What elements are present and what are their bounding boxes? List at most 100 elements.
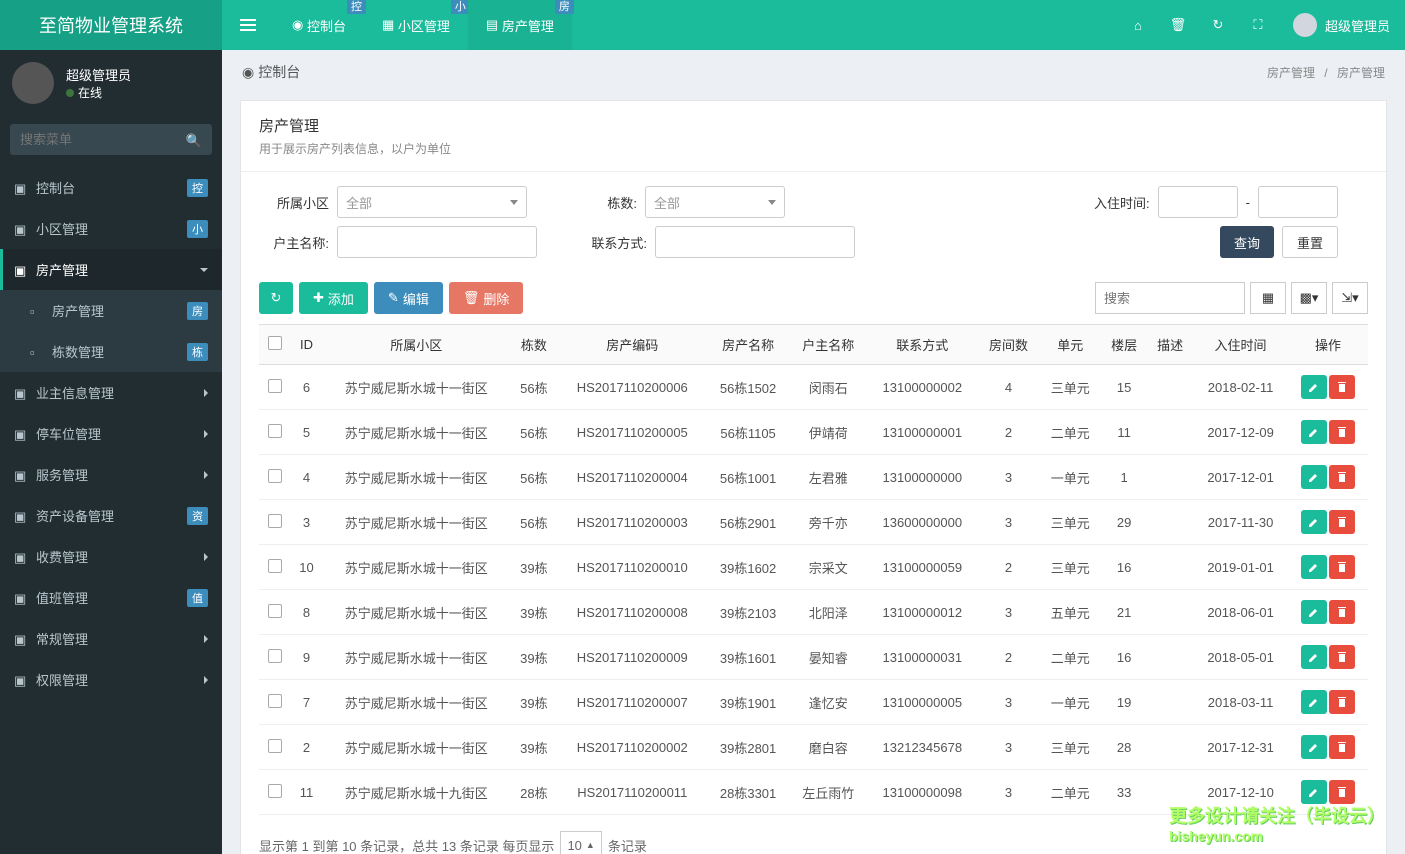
row-check[interactable]: [268, 784, 282, 798]
row-delete-button[interactable]: [1329, 600, 1355, 624]
row-edit-button[interactable]: [1301, 600, 1327, 624]
col-header[interactable]: 房间数: [978, 325, 1040, 365]
nav-tab-community[interactable]: ▦ 小区管理 小: [364, 0, 468, 50]
reset-button[interactable]: 重置: [1282, 226, 1338, 258]
page-size-select[interactable]: 10▲: [560, 831, 601, 854]
table-row: 6苏宁威尼斯水城十一街区56栋HS201711020000656栋1502闵雨石…: [259, 365, 1368, 410]
col-header[interactable]: 栋数: [510, 325, 558, 365]
table-row: 5苏宁威尼斯水城十一街区56栋HS201711020000556栋1105伊靖荷…: [259, 410, 1368, 455]
col-header[interactable]: ID: [290, 325, 322, 365]
row-edit-button[interactable]: [1301, 690, 1327, 714]
query-button[interactable]: 查询: [1220, 226, 1274, 258]
sidebar-item[interactable]: ▫栋数管理栋: [0, 331, 222, 372]
sidebar-item[interactable]: ▣房产管理: [0, 249, 222, 290]
cell-community: 苏宁威尼斯水城十九街区: [322, 770, 510, 815]
row-check[interactable]: [268, 739, 282, 753]
contact-input[interactable]: [655, 226, 855, 258]
sidebar-toggle[interactable]: [222, 0, 274, 50]
row-check[interactable]: [268, 424, 282, 438]
row-delete-button[interactable]: [1329, 420, 1355, 444]
row-edit-button[interactable]: [1301, 510, 1327, 534]
row-edit-button[interactable]: [1301, 555, 1327, 579]
sidebar-item[interactable]: ▣权限管理: [0, 659, 222, 700]
sidebar-item[interactable]: ▣资产设备管理资: [0, 495, 222, 536]
chevron-right-icon: [204, 430, 208, 438]
view-card-button[interactable]: ▦: [1250, 282, 1286, 314]
col-header[interactable]: 入住时间: [1193, 325, 1288, 365]
col-header[interactable]: 楼层: [1101, 325, 1147, 365]
check-all[interactable]: [268, 336, 282, 350]
row-check[interactable]: [268, 649, 282, 663]
row-edit-button[interactable]: [1301, 420, 1327, 444]
export-button[interactable]: ⇲▾: [1332, 282, 1368, 314]
col-header[interactable]: 联系方式: [867, 325, 978, 365]
add-button[interactable]: ✚添加: [299, 282, 368, 314]
row-delete-button[interactable]: [1329, 465, 1355, 489]
sidebar-item[interactable]: ▣服务管理: [0, 454, 222, 495]
checkin-to-input[interactable]: [1258, 186, 1338, 218]
col-header[interactable]: 单元: [1039, 325, 1101, 365]
row-check[interactable]: [268, 514, 282, 528]
col-header[interactable]: 户主名称: [789, 325, 866, 365]
building-select[interactable]: 全部: [645, 186, 785, 218]
nav-tab-console[interactable]: ◉ 控制台 控: [274, 0, 364, 50]
nav-user[interactable]: 超级管理员: [1278, 13, 1405, 37]
nav-tab-property[interactable]: ▤ 房产管理 房: [468, 0, 572, 50]
menu-search: 🔍: [10, 124, 212, 155]
edit-button[interactable]: ✎编辑: [374, 282, 443, 314]
col-header[interactable]: 房产名称: [707, 325, 790, 365]
refresh-button[interactable]: ↻: [259, 282, 293, 314]
row-delete-button[interactable]: [1329, 510, 1355, 534]
row-edit-button[interactable]: [1301, 735, 1327, 759]
view-grid-button[interactable]: ▩▾: [1291, 282, 1327, 314]
cell-unit: 一单元: [1039, 680, 1101, 725]
sidebar-item[interactable]: ▣停车位管理: [0, 413, 222, 454]
delete-button[interactable]: 🗑删除: [449, 282, 524, 314]
sidebar-item[interactable]: ▣小区管理小: [0, 208, 222, 249]
cell-owner: 左丘雨竹: [789, 770, 866, 815]
row-edit-button[interactable]: [1301, 645, 1327, 669]
crumb: 房产管理: [1337, 66, 1385, 80]
col-header[interactable]: 所属小区: [322, 325, 510, 365]
refresh-icon[interactable]: ↻: [1198, 0, 1238, 50]
sidebar-item[interactable]: ▣常规管理: [0, 618, 222, 659]
sidebar-item[interactable]: ▣收费管理: [0, 536, 222, 577]
cell-rooms: 3: [978, 680, 1040, 725]
row-check[interactable]: [268, 694, 282, 708]
col-header[interactable]: 房产编码: [558, 325, 707, 365]
row-edit-button[interactable]: [1301, 780, 1327, 804]
sidebar-item[interactable]: ▣控制台控: [0, 167, 222, 208]
cell-id: 9: [290, 635, 322, 680]
row-delete-button[interactable]: [1329, 645, 1355, 669]
row-edit-button[interactable]: [1301, 375, 1327, 399]
data-table: ID所属小区栋数房产编码房产名称户主名称联系方式房间数单元楼层描述入住时间操作 …: [259, 324, 1368, 815]
row-delete-button[interactable]: [1329, 780, 1355, 804]
cell-owner: 伊靖荷: [789, 410, 866, 455]
sidebar-item[interactable]: ▫房产管理房: [0, 290, 222, 331]
sidebar-item[interactable]: ▣值班管理值: [0, 577, 222, 618]
table-search-input[interactable]: [1095, 282, 1245, 314]
owner-input[interactable]: [337, 226, 537, 258]
chevron-right-icon: [204, 471, 208, 479]
row-edit-button[interactable]: [1301, 465, 1327, 489]
row-delete-button[interactable]: [1329, 375, 1355, 399]
home-icon[interactable]: ⌂: [1118, 0, 1158, 50]
row-delete-button[interactable]: [1329, 555, 1355, 579]
row-check[interactable]: [268, 604, 282, 618]
crumb[interactable]: 房产管理: [1267, 66, 1315, 80]
menu-search-input[interactable]: [10, 124, 212, 155]
row-delete-button[interactable]: [1329, 690, 1355, 714]
col-header[interactable]: 操作: [1288, 325, 1368, 365]
row-check[interactable]: [268, 469, 282, 483]
community-select[interactable]: 全部: [337, 186, 527, 218]
trash-icon[interactable]: 🗑: [1158, 0, 1198, 50]
row-delete-button[interactable]: [1329, 735, 1355, 759]
row-check[interactable]: [268, 379, 282, 393]
pager-text: 显示第 1 到第 10 条记录，总共 13 条记录 每页显示: [259, 836, 554, 854]
row-check[interactable]: [268, 559, 282, 573]
fullscreen-icon[interactable]: ⛶: [1238, 0, 1278, 50]
col-header[interactable]: 描述: [1147, 325, 1193, 365]
search-icon[interactable]: 🔍: [186, 133, 202, 149]
checkin-from-input[interactable]: [1158, 186, 1238, 218]
sidebar-item[interactable]: ▣业主信息管理: [0, 372, 222, 413]
